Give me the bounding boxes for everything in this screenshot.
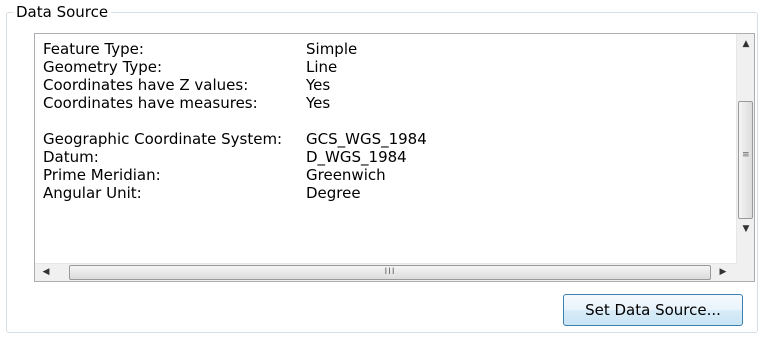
property-row: Geographic Coordinate System: GCS_WGS_19… bbox=[43, 130, 733, 148]
property-label: Feature Type: bbox=[43, 40, 144, 58]
properties-list: Feature Type: Simple Geometry Type: Line… bbox=[43, 40, 733, 240]
property-value: GCS_WGS_1984 bbox=[306, 130, 427, 148]
property-value: Simple bbox=[306, 40, 358, 58]
scrollbar-corner bbox=[736, 263, 754, 281]
property-value: Yes bbox=[306, 76, 331, 94]
blank-row bbox=[43, 112, 733, 130]
property-label: Coordinates have measures: bbox=[43, 94, 258, 112]
vertical-scrollbar[interactable]: ▲ ≡ ▼ bbox=[736, 34, 754, 263]
set-data-source-button[interactable]: Set Data Source... bbox=[563, 294, 743, 326]
group-title: Data Source bbox=[13, 1, 112, 23]
scroll-up-arrow-icon[interactable]: ▲ bbox=[737, 39, 755, 49]
property-row: Coordinates have measures: Yes bbox=[43, 94, 733, 112]
property-row: Geometry Type: Line bbox=[43, 58, 733, 76]
horizontal-grip-icon: III bbox=[384, 267, 396, 277]
property-label: Prime Meridian: bbox=[43, 166, 161, 184]
property-value: Degree bbox=[306, 184, 361, 202]
horizontal-scroll-thumb[interactable]: III bbox=[69, 265, 711, 280]
property-label: Angular Unit: bbox=[43, 184, 142, 202]
property-row: Prime Meridian: Greenwich bbox=[43, 166, 733, 184]
horizontal-scrollbar[interactable]: ◀ III ▶ bbox=[35, 263, 754, 281]
property-value: Yes bbox=[306, 94, 331, 112]
property-row: Coordinates have Z values: Yes bbox=[43, 76, 733, 94]
property-label: Geometry Type: bbox=[43, 58, 163, 76]
property-row: Feature Type: Simple bbox=[43, 40, 733, 58]
property-label: Datum: bbox=[43, 148, 99, 166]
property-label: Geographic Coordinate System: bbox=[43, 130, 283, 148]
vertical-grip-icon: ≡ bbox=[742, 150, 750, 160]
scroll-down-arrow-icon[interactable]: ▼ bbox=[737, 224, 755, 234]
scroll-right-arrow-icon[interactable]: ▶ bbox=[714, 267, 732, 277]
scroll-left-arrow-icon[interactable]: ◀ bbox=[37, 267, 55, 277]
property-value: D_WGS_1984 bbox=[306, 148, 407, 166]
property-row: Angular Unit: Degree bbox=[43, 184, 733, 202]
property-value: Line bbox=[306, 58, 338, 76]
vertical-scroll-thumb[interactable]: ≡ bbox=[738, 101, 753, 219]
property-row: Datum: D_WGS_1984 bbox=[43, 148, 733, 166]
property-value: Greenwich bbox=[306, 166, 386, 184]
property-label: Coordinates have Z values: bbox=[43, 76, 249, 94]
data-source-text-area[interactable]: Feature Type: Simple Geometry Type: Line… bbox=[34, 33, 755, 282]
